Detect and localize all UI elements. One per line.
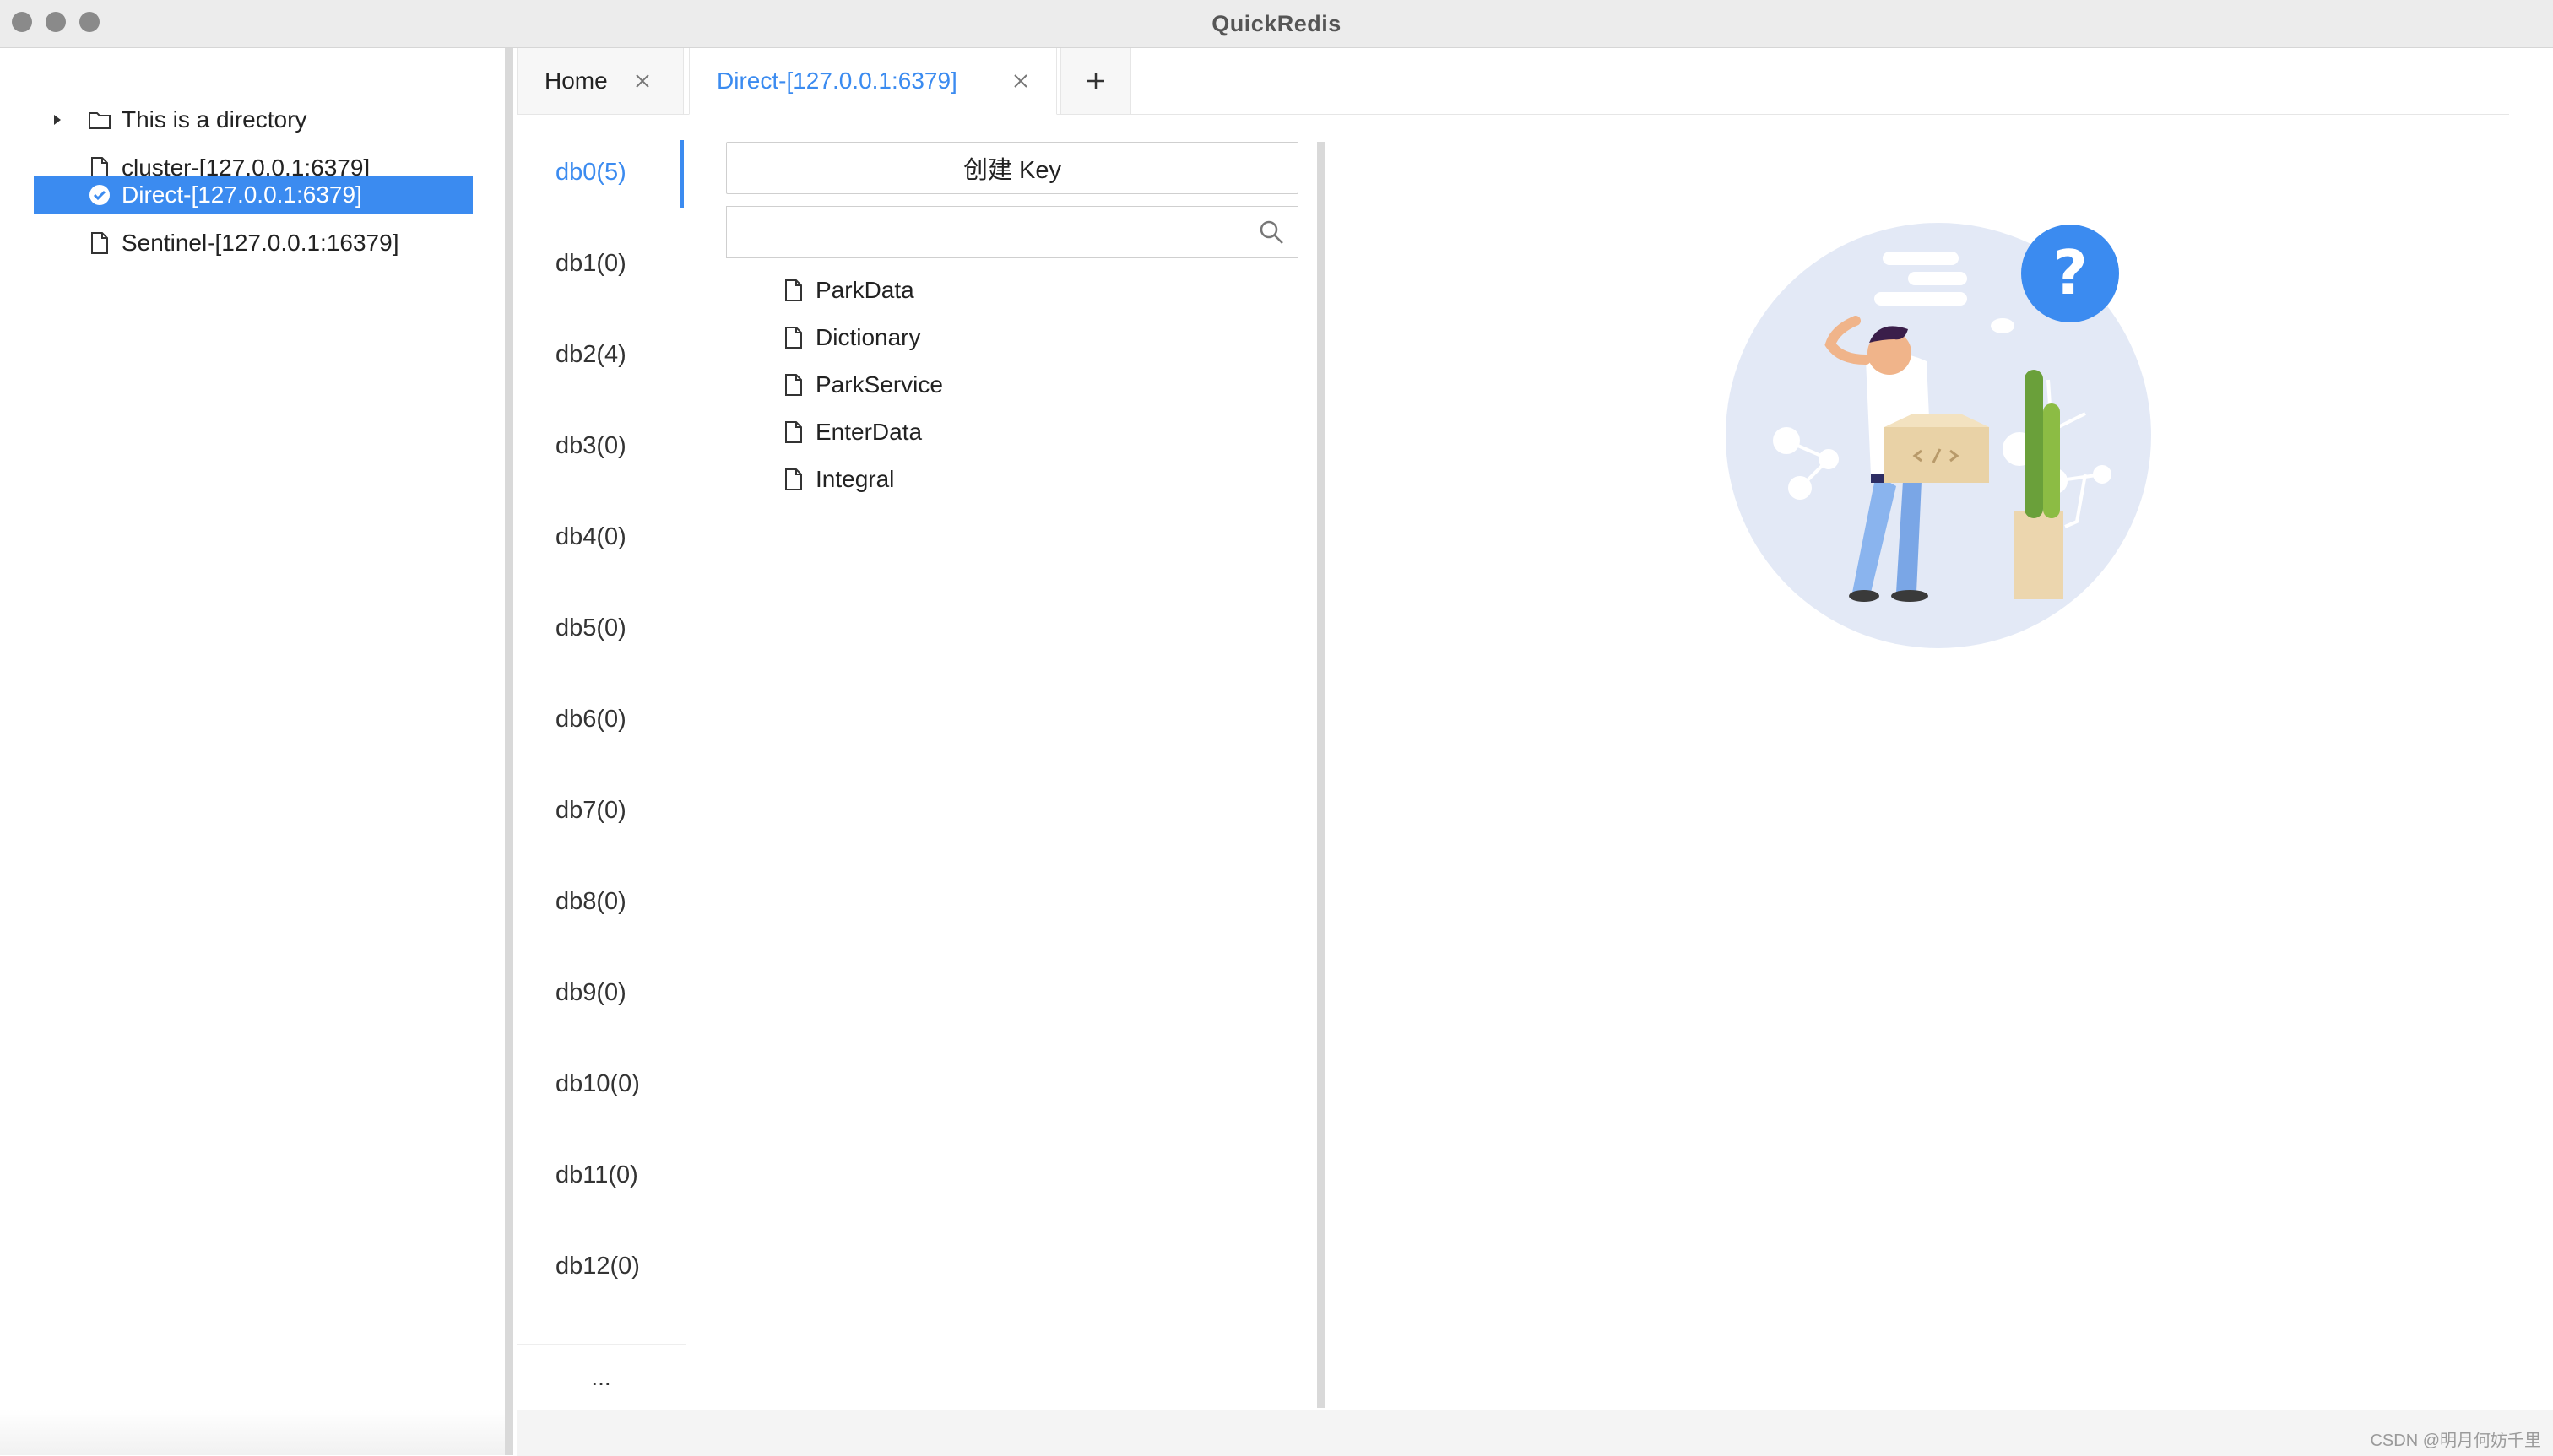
tab-label: Home (545, 68, 608, 94)
title-bar: QuickRedis (0, 0, 2553, 48)
file-icon (782, 466, 805, 493)
close-icon[interactable] (632, 71, 653, 91)
tab-direct[interactable]: Direct-[127.0.0.1:6379] (689, 48, 1057, 115)
tab-label: Direct-[127.0.0.1:6379] (717, 68, 957, 94)
tree-item-label: Direct-[127.0.0.1:6379] (122, 181, 362, 208)
plus-icon (1087, 73, 1104, 89)
db-item[interactable]: db12(0) (556, 1253, 640, 1280)
file-icon (782, 419, 805, 446)
db-item[interactable]: db11(0) (556, 1161, 638, 1189)
window-title: QuickRedis (1211, 10, 1342, 36)
db-item[interactable]: db6(0) (556, 706, 626, 733)
database-list: db0(5) db1(0) db2(4) db3(0) db4(0) db5(0… (517, 118, 686, 1410)
key-item[interactable]: Integral (782, 459, 894, 500)
db-more-button[interactable]: ... (517, 1344, 686, 1410)
window-controls (12, 12, 100, 32)
keys-panel (686, 118, 1317, 1410)
tree-item-sentinel[interactable]: Sentinel-[127.0.0.1:16379] (34, 224, 473, 263)
db-item[interactable]: db1(0) (556, 250, 626, 278)
key-item[interactable]: EnterData (782, 412, 922, 452)
db-item[interactable]: db2(4) (556, 341, 626, 369)
tree-item-label: This is a directory (122, 106, 307, 133)
pane-splitter[interactable] (505, 48, 513, 1455)
file-icon (782, 324, 805, 351)
db-item[interactable]: db7(0) (556, 797, 626, 825)
watermark-text: CSDN @明月何妨千里 (2370, 1432, 2541, 1450)
key-item[interactable]: Dictionary (782, 317, 920, 358)
db-item[interactable]: db0(5) (556, 159, 626, 187)
tree-footer (0, 1410, 505, 1455)
db-item[interactable]: db9(0) (556, 979, 626, 1007)
tab-bar: Home Direct-[127.0.0.1:6379] (517, 48, 2509, 115)
search-button[interactable] (1244, 206, 1298, 258)
file-icon (782, 371, 805, 398)
key-item[interactable]: ParkData (782, 270, 914, 311)
question-mark-icon: ? (2052, 237, 2088, 308)
tree-item-direct[interactable]: Direct-[127.0.0.1:6379] (34, 176, 473, 214)
empty-state-illustration: ? (1726, 223, 2151, 648)
tab-home[interactable]: Home (517, 48, 684, 114)
db-item[interactable]: db4(0) (556, 523, 626, 551)
key-label: ParkService (816, 371, 943, 398)
keys-splitter[interactable] (1317, 142, 1325, 1408)
add-tab-button[interactable] (1060, 48, 1131, 115)
key-label: ParkData (816, 277, 914, 303)
key-label: EnterData (816, 419, 923, 445)
db-item[interactable]: db3(0) (556, 432, 626, 460)
connection-tree: This is a directory cluster-[127.0.0.1:6… (0, 48, 505, 1455)
tree-item-directory[interactable]: This is a directory (34, 100, 473, 139)
key-label: Integral (816, 466, 895, 492)
db-item[interactable]: db10(0) (556, 1070, 640, 1098)
file-icon (782, 277, 805, 304)
caret-right-icon[interactable] (49, 111, 66, 128)
folder-icon (88, 108, 111, 132)
db-active-indicator (680, 140, 684, 208)
file-icon (88, 231, 111, 255)
key-label: Dictionary (816, 324, 921, 350)
db-item[interactable]: db8(0) (556, 888, 626, 916)
close-icon[interactable] (1011, 71, 1031, 91)
search-icon (1260, 220, 1283, 244)
zoom-window-button[interactable] (79, 12, 100, 32)
minimize-window-button[interactable] (46, 12, 66, 32)
db-item[interactable]: db5(0) (556, 614, 626, 642)
create-key-button[interactable]: 创建 Key (726, 142, 1298, 194)
tree-item-label: Sentinel-[127.0.0.1:16379] (122, 230, 399, 256)
key-search-input[interactable] (726, 206, 1244, 258)
key-item[interactable]: ParkService (782, 365, 943, 405)
check-circle-icon (88, 183, 111, 207)
close-window-button[interactable] (12, 12, 32, 32)
status-strip (517, 1410, 2553, 1456)
